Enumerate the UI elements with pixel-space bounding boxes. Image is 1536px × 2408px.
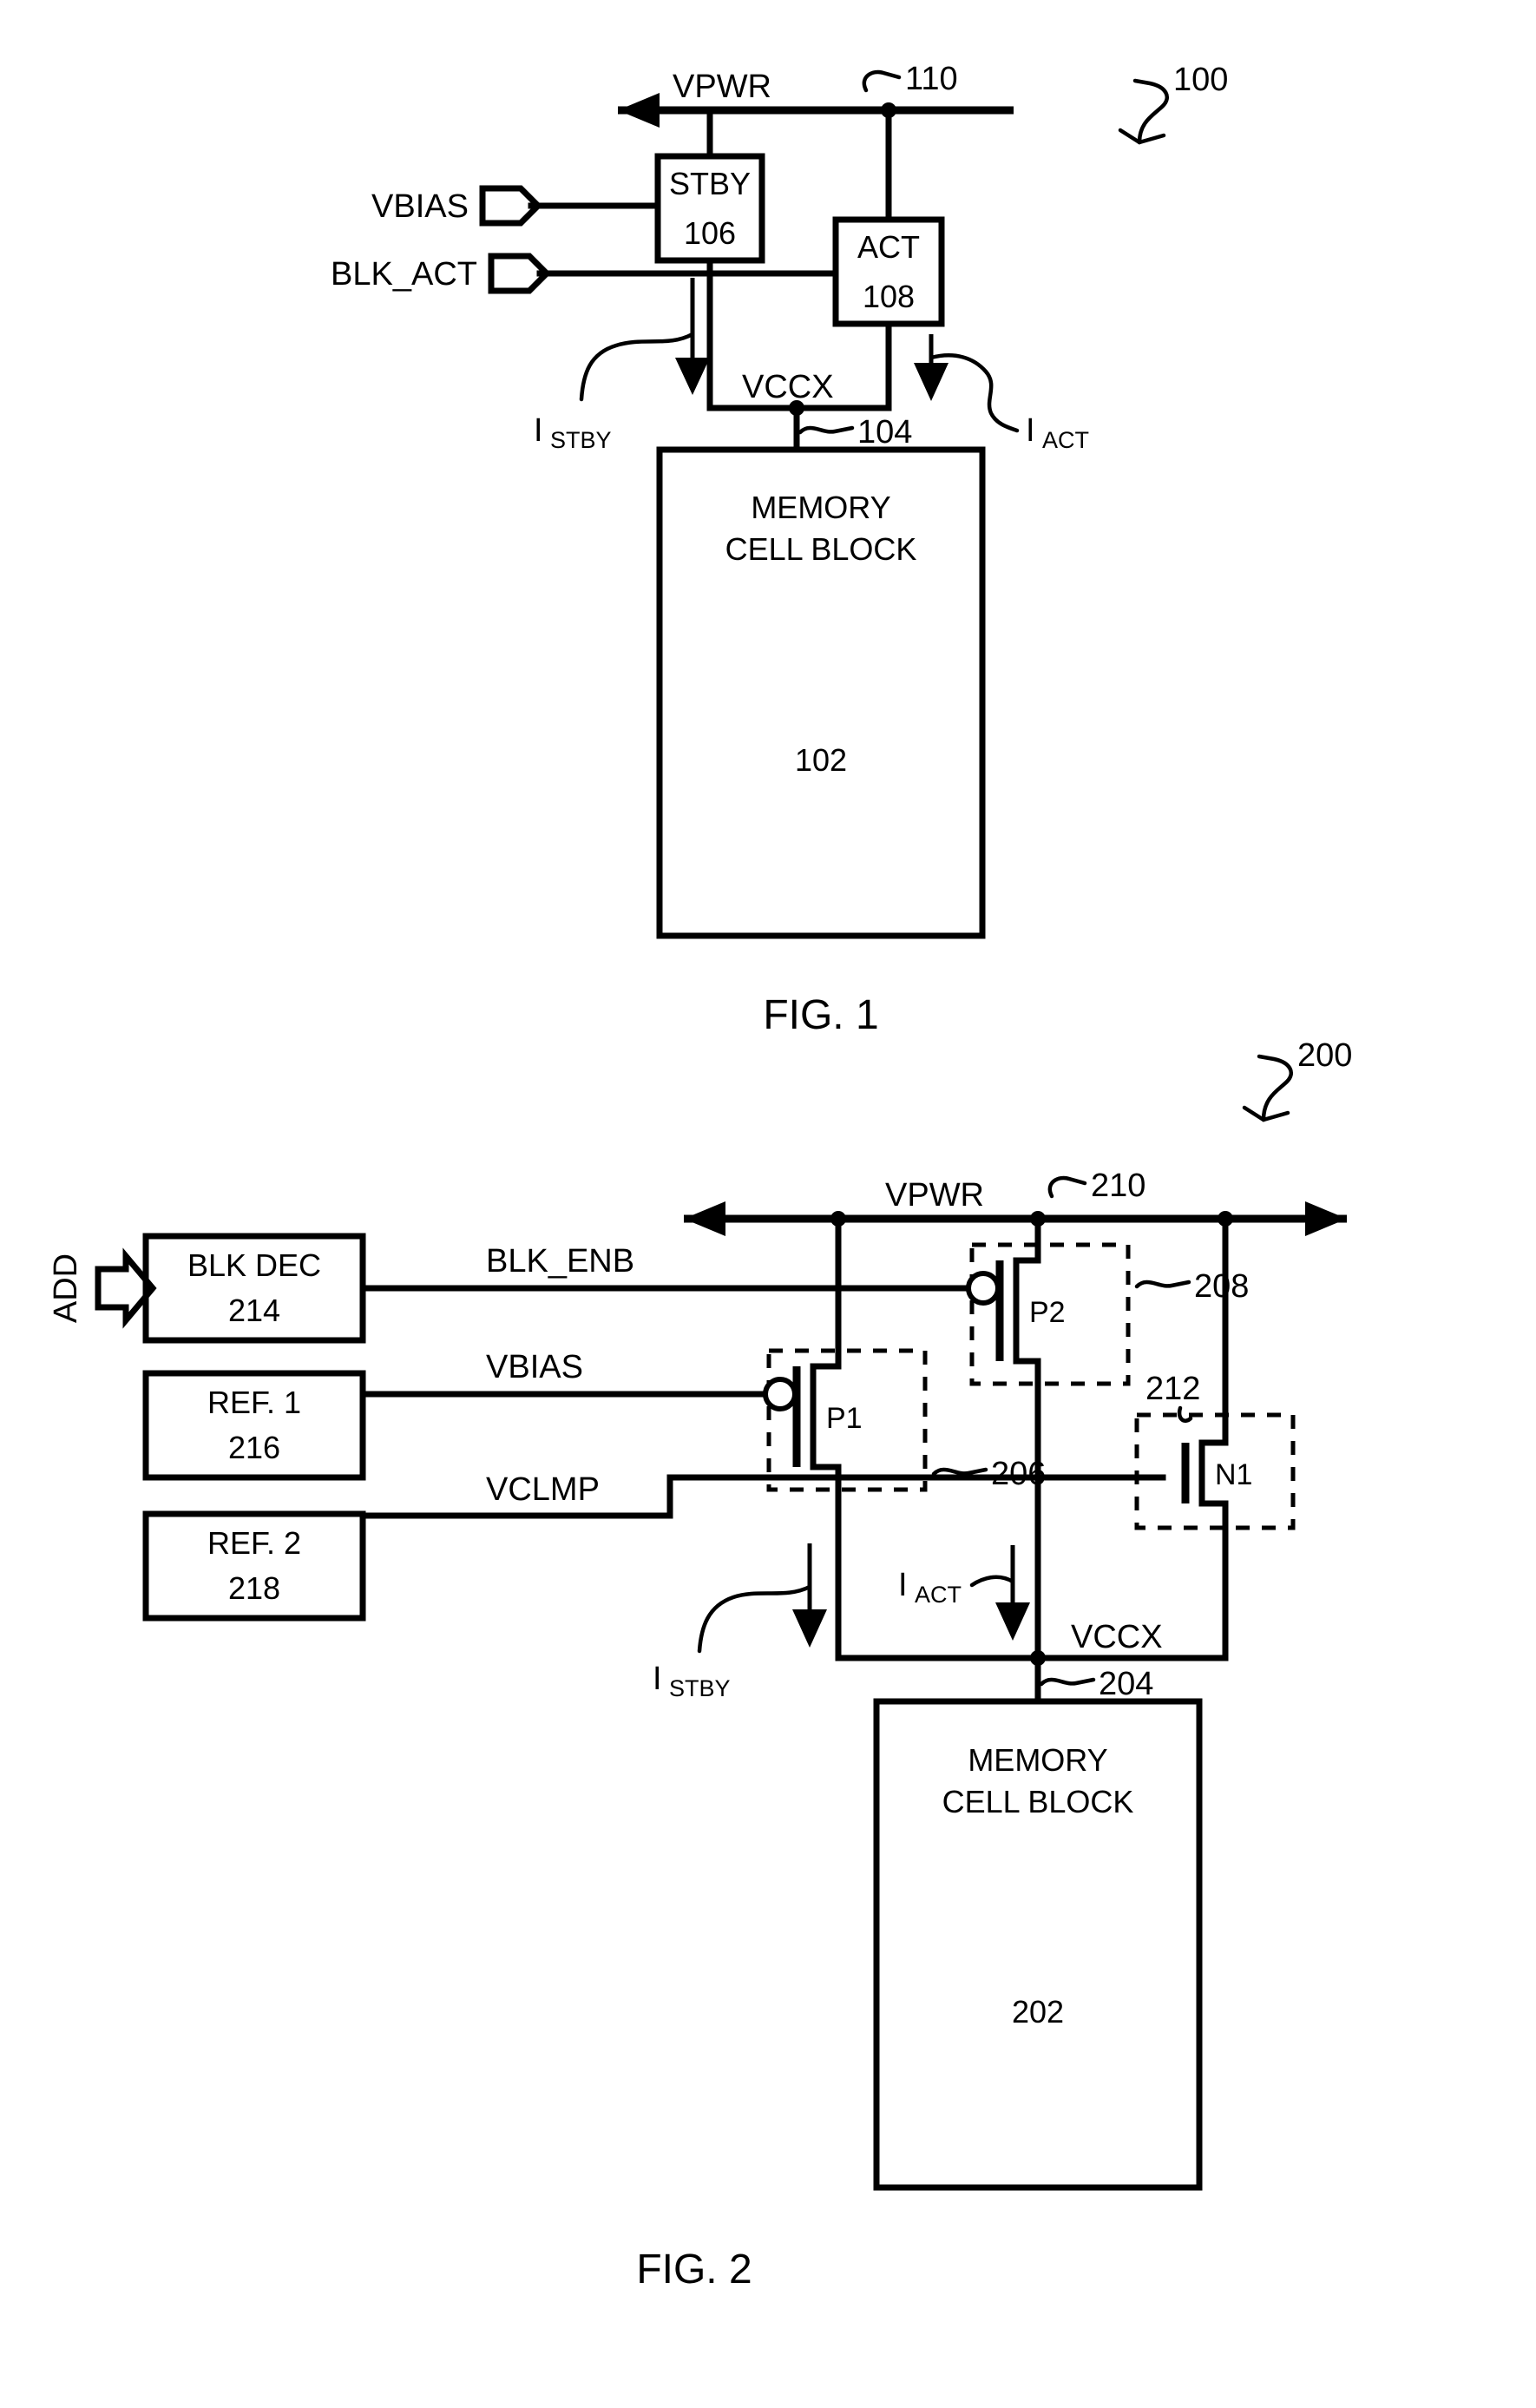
- fig1-iact-arrow-head: [914, 363, 949, 401]
- fig2-memory-block-line2: CELL BLOCK: [942, 1784, 1134, 1819]
- fig2-ref-208-leader: [1134, 1280, 1191, 1289]
- fig2-ref-210-leader: [1047, 1175, 1087, 1199]
- patent-drawing-sheet: 100 110 VPWR STBY 106 ACT 108 VBIAS BLK_…: [0, 0, 1536, 2408]
- fig2-vpwr-arrow-left: [684, 1201, 725, 1236]
- fig2-iact-symbol: I: [898, 1567, 908, 1603]
- fig1-vpwr-label: VPWR: [673, 69, 771, 105]
- fig2-blk-dec-name: BLK DEC: [187, 1247, 321, 1283]
- fig1-memory-block-number: 102: [795, 742, 847, 778]
- fig2-ref-206-leader: [931, 1467, 988, 1477]
- fig2-ref-200-label: 200: [1297, 1037, 1352, 1074]
- fig2-p1-gate-bubble-icon: [763, 1377, 798, 1411]
- fig2-p1-label: P1: [826, 1402, 863, 1435]
- fig2-memory-block-number: 202: [1012, 1994, 1064, 2030]
- fig1-ref-104-label: 104: [857, 414, 912, 451]
- fig1-caption: FIG. 1: [763, 992, 878, 1038]
- fig2-ref1-number: 216: [228, 1430, 280, 1465]
- figure-1-svg: 100 110 VPWR STBY 106 ACT 108 VBIAS BLK_…: [48, 61, 1352, 2293]
- fig1-iact-symbol: I: [1026, 412, 1035, 449]
- fig2-vbias-label: VBIAS: [486, 1349, 583, 1385]
- fig2-ref1-name: REF. 1: [207, 1385, 301, 1420]
- fig2-istby-symbol: I: [653, 1661, 662, 1697]
- fig1-memory-block-line2: CELL BLOCK: [725, 531, 917, 567]
- fig2-istby-arrow-head: [792, 1609, 827, 1648]
- fig2-ref-210-label: 210: [1091, 1168, 1145, 1204]
- fig2-caption: FIG. 2: [636, 2247, 752, 2293]
- fig1-istby-symbol: I: [534, 412, 543, 449]
- fig2-blk-enb-label: BLK_ENB: [486, 1243, 634, 1280]
- fig1-ref-110-leader: [862, 69, 902, 93]
- fig1-vbias-label: VBIAS: [371, 188, 469, 225]
- fig2-vccx-label: VCCX: [1071, 1619, 1163, 1655]
- fig2-vclmp-label: VCLMP: [486, 1471, 600, 1508]
- fig2-p2-label: P2: [1029, 1296, 1066, 1329]
- fig2-add-label: ADD: [48, 1253, 84, 1323]
- fig1-vpwr-arrow-left: [618, 93, 660, 128]
- fig2-iact-leader: [969, 1575, 1015, 1588]
- fig1-memory-block-line1: MEMORY: [751, 490, 890, 525]
- fig1-act-block-name: ACT: [857, 229, 920, 265]
- fig2-ref2-name: REF. 2: [207, 1525, 301, 1561]
- fig2-blk-dec-number: 214: [228, 1293, 280, 1328]
- fig1-istby-arrow-head: [675, 358, 710, 395]
- fig2-iact-arrow-head: [995, 1602, 1030, 1641]
- fig1-vccx-label: VCCX: [742, 369, 834, 405]
- fig2-memory-block-line1: MEMORY: [968, 1742, 1107, 1778]
- fig1-iact-subscript: ACT: [1042, 427, 1089, 453]
- fig1-blk-act-label: BLK_ACT: [331, 256, 477, 293]
- fig2-ref-204-leader: [1039, 1677, 1096, 1687]
- fig1-stby-block-name: STBY: [669, 166, 751, 201]
- fig2-vpwr-label: VPWR: [885, 1177, 984, 1214]
- fig2-p2-gate-bubble-icon: [966, 1271, 1001, 1306]
- fig2-ref-204-label: 204: [1099, 1666, 1153, 1702]
- fig2-ref2-number: 218: [228, 1570, 280, 1606]
- fig1-ref-100-leader: [1118, 78, 1169, 145]
- fig1-ref-104-leader: [798, 425, 855, 435]
- fig2-vpwr-arrow-right: [1305, 1201, 1347, 1236]
- fig2-n1-label: N1: [1215, 1458, 1252, 1491]
- fig1-istby-subscript: STBY: [550, 427, 612, 453]
- fig1-istby-leader: [579, 332, 695, 402]
- fig1-stby-block-number: 106: [684, 215, 736, 251]
- fig2-ref-200-leader: [1242, 1054, 1293, 1122]
- fig1-ref-110-label: 110: [905, 61, 958, 97]
- fig1-act-block-number: 108: [863, 279, 915, 314]
- fig1-ref-100-label: 100: [1173, 62, 1228, 98]
- fig2-iact-subscript: ACT: [915, 1582, 962, 1608]
- fig2-istby-subscript: STBY: [669, 1675, 731, 1701]
- fig2-istby-leader: [697, 1584, 812, 1654]
- fig2-ref-212-label: 212: [1145, 1371, 1200, 1407]
- fig2-ref-208-label: 208: [1194, 1268, 1249, 1305]
